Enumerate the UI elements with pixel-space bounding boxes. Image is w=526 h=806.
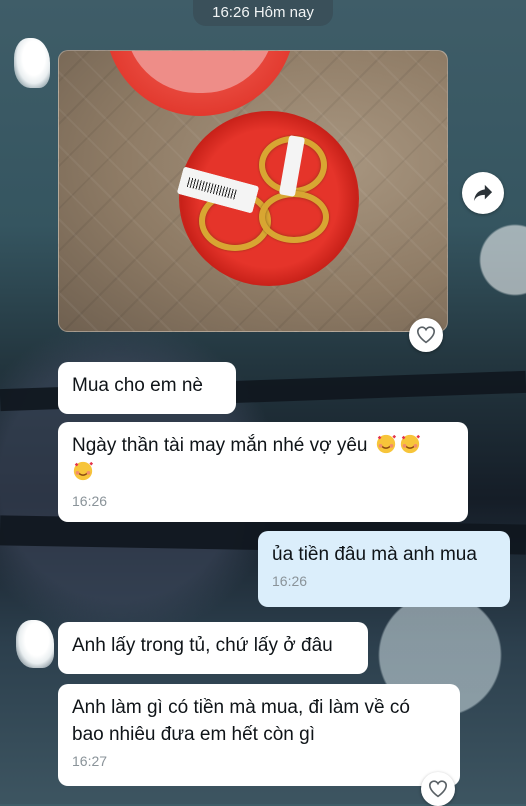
message-text: Anh lấy trong tủ, chứ lấy ở đâu	[72, 635, 333, 656]
outgoing-message[interactable]: ủa tiền đâu mà anh mua 16:26	[258, 531, 510, 607]
incoming-message[interactable]: Anh làm gì có tiền mà mua, đi làm về có …	[58, 684, 460, 786]
message-text: Mua cho em nè	[72, 375, 203, 396]
sender-avatar[interactable]	[14, 38, 50, 88]
message-time: 16:26	[72, 493, 108, 509]
share-arrow-icon[interactable]	[462, 172, 504, 214]
smiling-face-with-hearts-emoji	[400, 434, 420, 454]
message-text: ủa tiền đâu mà anh mua	[272, 544, 477, 565]
smiling-face-with-hearts-emoji	[376, 434, 396, 454]
message-text: Ngày thần tài may mắn nhé vợ yêu	[72, 435, 368, 456]
sender-avatar[interactable]	[16, 620, 54, 668]
message-reaction-heart-icon[interactable]	[421, 772, 455, 806]
incoming-message[interactable]: Anh lấy trong tủ, chứ lấy ở đâu	[58, 622, 368, 674]
incoming-message[interactable]: Ngày thần tài may mắn nhé vợ yêu 16:26	[58, 422, 468, 522]
message-text-line-2: bao nhiêu đưa em hết còn gì	[72, 724, 316, 745]
incoming-message[interactable]: Mua cho em nè	[58, 362, 236, 414]
date-time-header: 16:26 Hôm nay	[193, 0, 333, 26]
message-text-line-1: Anh làm gì có tiền mà mua, đi làm về có	[72, 697, 410, 718]
photo-reaction-heart-icon[interactable]	[409, 318, 443, 352]
gold-ring	[259, 191, 329, 243]
message-time: 16:27	[72, 753, 108, 769]
smiling-face-with-hearts-emoji	[73, 461, 94, 481]
photo-message[interactable]	[58, 50, 448, 332]
message-time: 16:26	[272, 573, 308, 589]
